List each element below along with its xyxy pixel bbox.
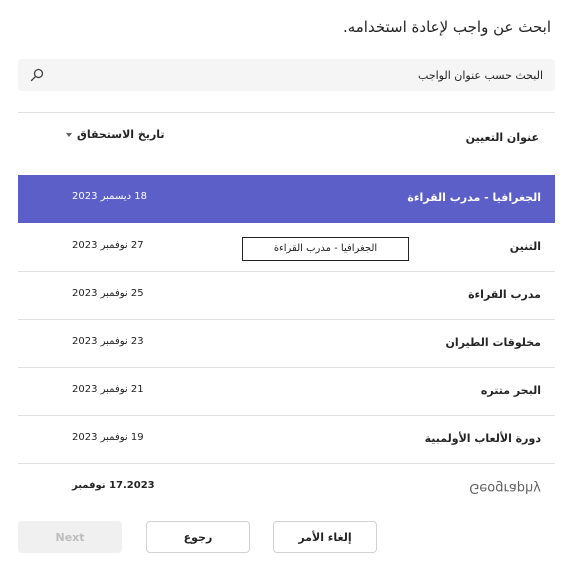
back-button[interactable]: رجوع <box>146 521 250 553</box>
row-title: مدرب القراءة <box>468 288 541 301</box>
row-date: 17.2023 نوفمبر <box>72 480 155 491</box>
row-date: 19 نوفمبر 2023 <box>72 432 144 443</box>
table-row[interactable]: Geography 17.2023 نوفمبر <box>18 468 555 516</box>
table-row[interactable]: الجغرافيا - مدرب القراءة 18 ديسمبر 2023 <box>18 175 555 223</box>
row-tooltip: الجغرافيا - مدرب القراءة <box>242 237 409 261</box>
row-date: 23 نوفمبر 2023 <box>72 336 144 347</box>
row-title: البحر متتره <box>480 384 541 397</box>
row-date: 21 نوفمبر 2023 <box>72 384 144 395</box>
next-button[interactable]: Next <box>18 521 122 553</box>
cancel-button[interactable]: إلغاء الأمر <box>273 521 377 553</box>
table-row[interactable]: مخلوقات الطيران 23 نوفمبر 2023 <box>18 320 555 368</box>
dialog-title: ابحث عن واجب لإعادة استخدامه. <box>342 18 551 36</box>
search-box[interactable] <box>18 59 555 91</box>
row-date: 27 نوفمبر 2023 <box>72 240 144 251</box>
chevron-down-icon <box>66 132 72 137</box>
column-header-due-date[interactable]: تاريخ الاستحقاق <box>66 128 165 141</box>
column-header-due-date-label: تاريخ الاستحقاق <box>77 128 165 141</box>
row-title: الجغرافيا - مدرب القراءة <box>407 191 541 204</box>
row-title: Geography <box>469 480 541 495</box>
table-row[interactable]: دورة الألعاب الأولمبية 19 نوفمبر 2023 <box>18 416 555 464</box>
column-header-assignment-title[interactable]: عنوان التعيين <box>466 131 539 144</box>
table-row[interactable]: البحر متتره 21 نوفمبر 2023 <box>18 368 555 416</box>
row-date: 25 نوفمبر 2023 <box>72 288 144 299</box>
search-input[interactable] <box>18 59 555 91</box>
row-title: مخلوقات الطيران <box>445 336 541 349</box>
table-row[interactable]: مدرب القراءة 25 نوفمبر 2023 <box>18 272 555 320</box>
row-title: التنين <box>509 240 541 253</box>
row-date: 18 ديسمبر 2023 <box>72 191 148 202</box>
row-title: دورة الألعاب الأولمبية <box>424 432 541 445</box>
header-divider <box>18 112 555 113</box>
